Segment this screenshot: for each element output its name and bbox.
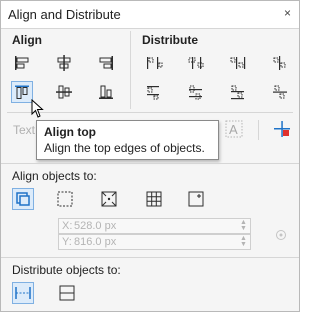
tooltip-description: Align the top edges of objects. xyxy=(44,141,205,155)
distribute-right-icon[interactable] xyxy=(227,52,249,74)
tooltip: Align top Align the top edges of objects… xyxy=(36,120,219,160)
section-divider xyxy=(130,31,131,109)
distribute-to-selection-icon[interactable] xyxy=(12,282,34,304)
target-icon xyxy=(275,229,287,241)
align-center-vertical-icon[interactable] xyxy=(53,81,75,103)
align-distribute-docker: Align and Distribute × Align Distribute xyxy=(0,0,300,312)
x-value: 528.0 px xyxy=(74,220,117,232)
distribute-bottom-icon[interactable] xyxy=(227,81,249,103)
align-bottom-icon[interactable] xyxy=(95,81,117,103)
x-spinner-icon: ▲ ▼ xyxy=(240,219,247,232)
divider-align-objects xyxy=(1,163,299,164)
align-top-icon[interactable] xyxy=(11,81,33,103)
divider-align-text xyxy=(7,112,293,113)
page-edge-icon[interactable] xyxy=(54,188,76,210)
distribute-section-label: Distribute xyxy=(142,33,199,47)
distribute-objects-to-label: Distribute objects to: xyxy=(12,263,121,277)
x-axis-label: X: xyxy=(62,220,73,232)
tooltip-title: Align top xyxy=(44,125,96,139)
close-icon[interactable]: × xyxy=(284,6,291,20)
distribute-to-page-icon[interactable] xyxy=(56,282,78,304)
distribute-left-icon[interactable] xyxy=(143,52,165,74)
align-left-icon[interactable] xyxy=(11,52,33,74)
align-section-label: Align xyxy=(12,33,42,47)
y-spinner-icon: ▲ ▼ xyxy=(240,235,247,248)
page-center-icon[interactable] xyxy=(98,188,120,210)
x-coordinate-field: X: 528.0 px ▲ ▼ xyxy=(58,218,251,234)
distribute-spacing-horizontal-icon[interactable] xyxy=(269,52,291,74)
divider-distribute-objects xyxy=(1,257,299,258)
distribute-top-icon[interactable] xyxy=(143,81,165,103)
distribute-middle-icon[interactable] xyxy=(185,81,207,103)
align-objects-to-label: Align objects to: xyxy=(12,169,97,183)
specified-point-icon[interactable] xyxy=(185,188,207,210)
docker-title-bar: Align and Distribute × xyxy=(1,1,299,29)
docker-title: Align and Distribute xyxy=(8,7,121,22)
toolbar-separator xyxy=(258,120,259,140)
text-align-label: Text xyxy=(13,123,36,137)
y-value: 816.0 px xyxy=(74,236,117,248)
svg-text:A: A xyxy=(229,122,238,137)
distribute-center-icon[interactable] xyxy=(185,52,207,74)
align-to-color-icon[interactable] xyxy=(271,118,293,140)
mouse-pointer-icon xyxy=(31,98,45,119)
align-right-icon[interactable] xyxy=(95,52,117,74)
active-objects-icon[interactable] xyxy=(12,188,34,210)
grid-icon[interactable] xyxy=(143,188,165,210)
y-coordinate-field: Y: 816.0 px ▲ ▼ xyxy=(58,234,251,250)
text-align-icon[interactable]: A xyxy=(223,118,245,140)
y-axis-label: Y: xyxy=(62,236,72,248)
align-center-horizontal-icon[interactable] xyxy=(53,52,75,74)
distribute-spacing-vertical-icon[interactable] xyxy=(269,81,291,103)
